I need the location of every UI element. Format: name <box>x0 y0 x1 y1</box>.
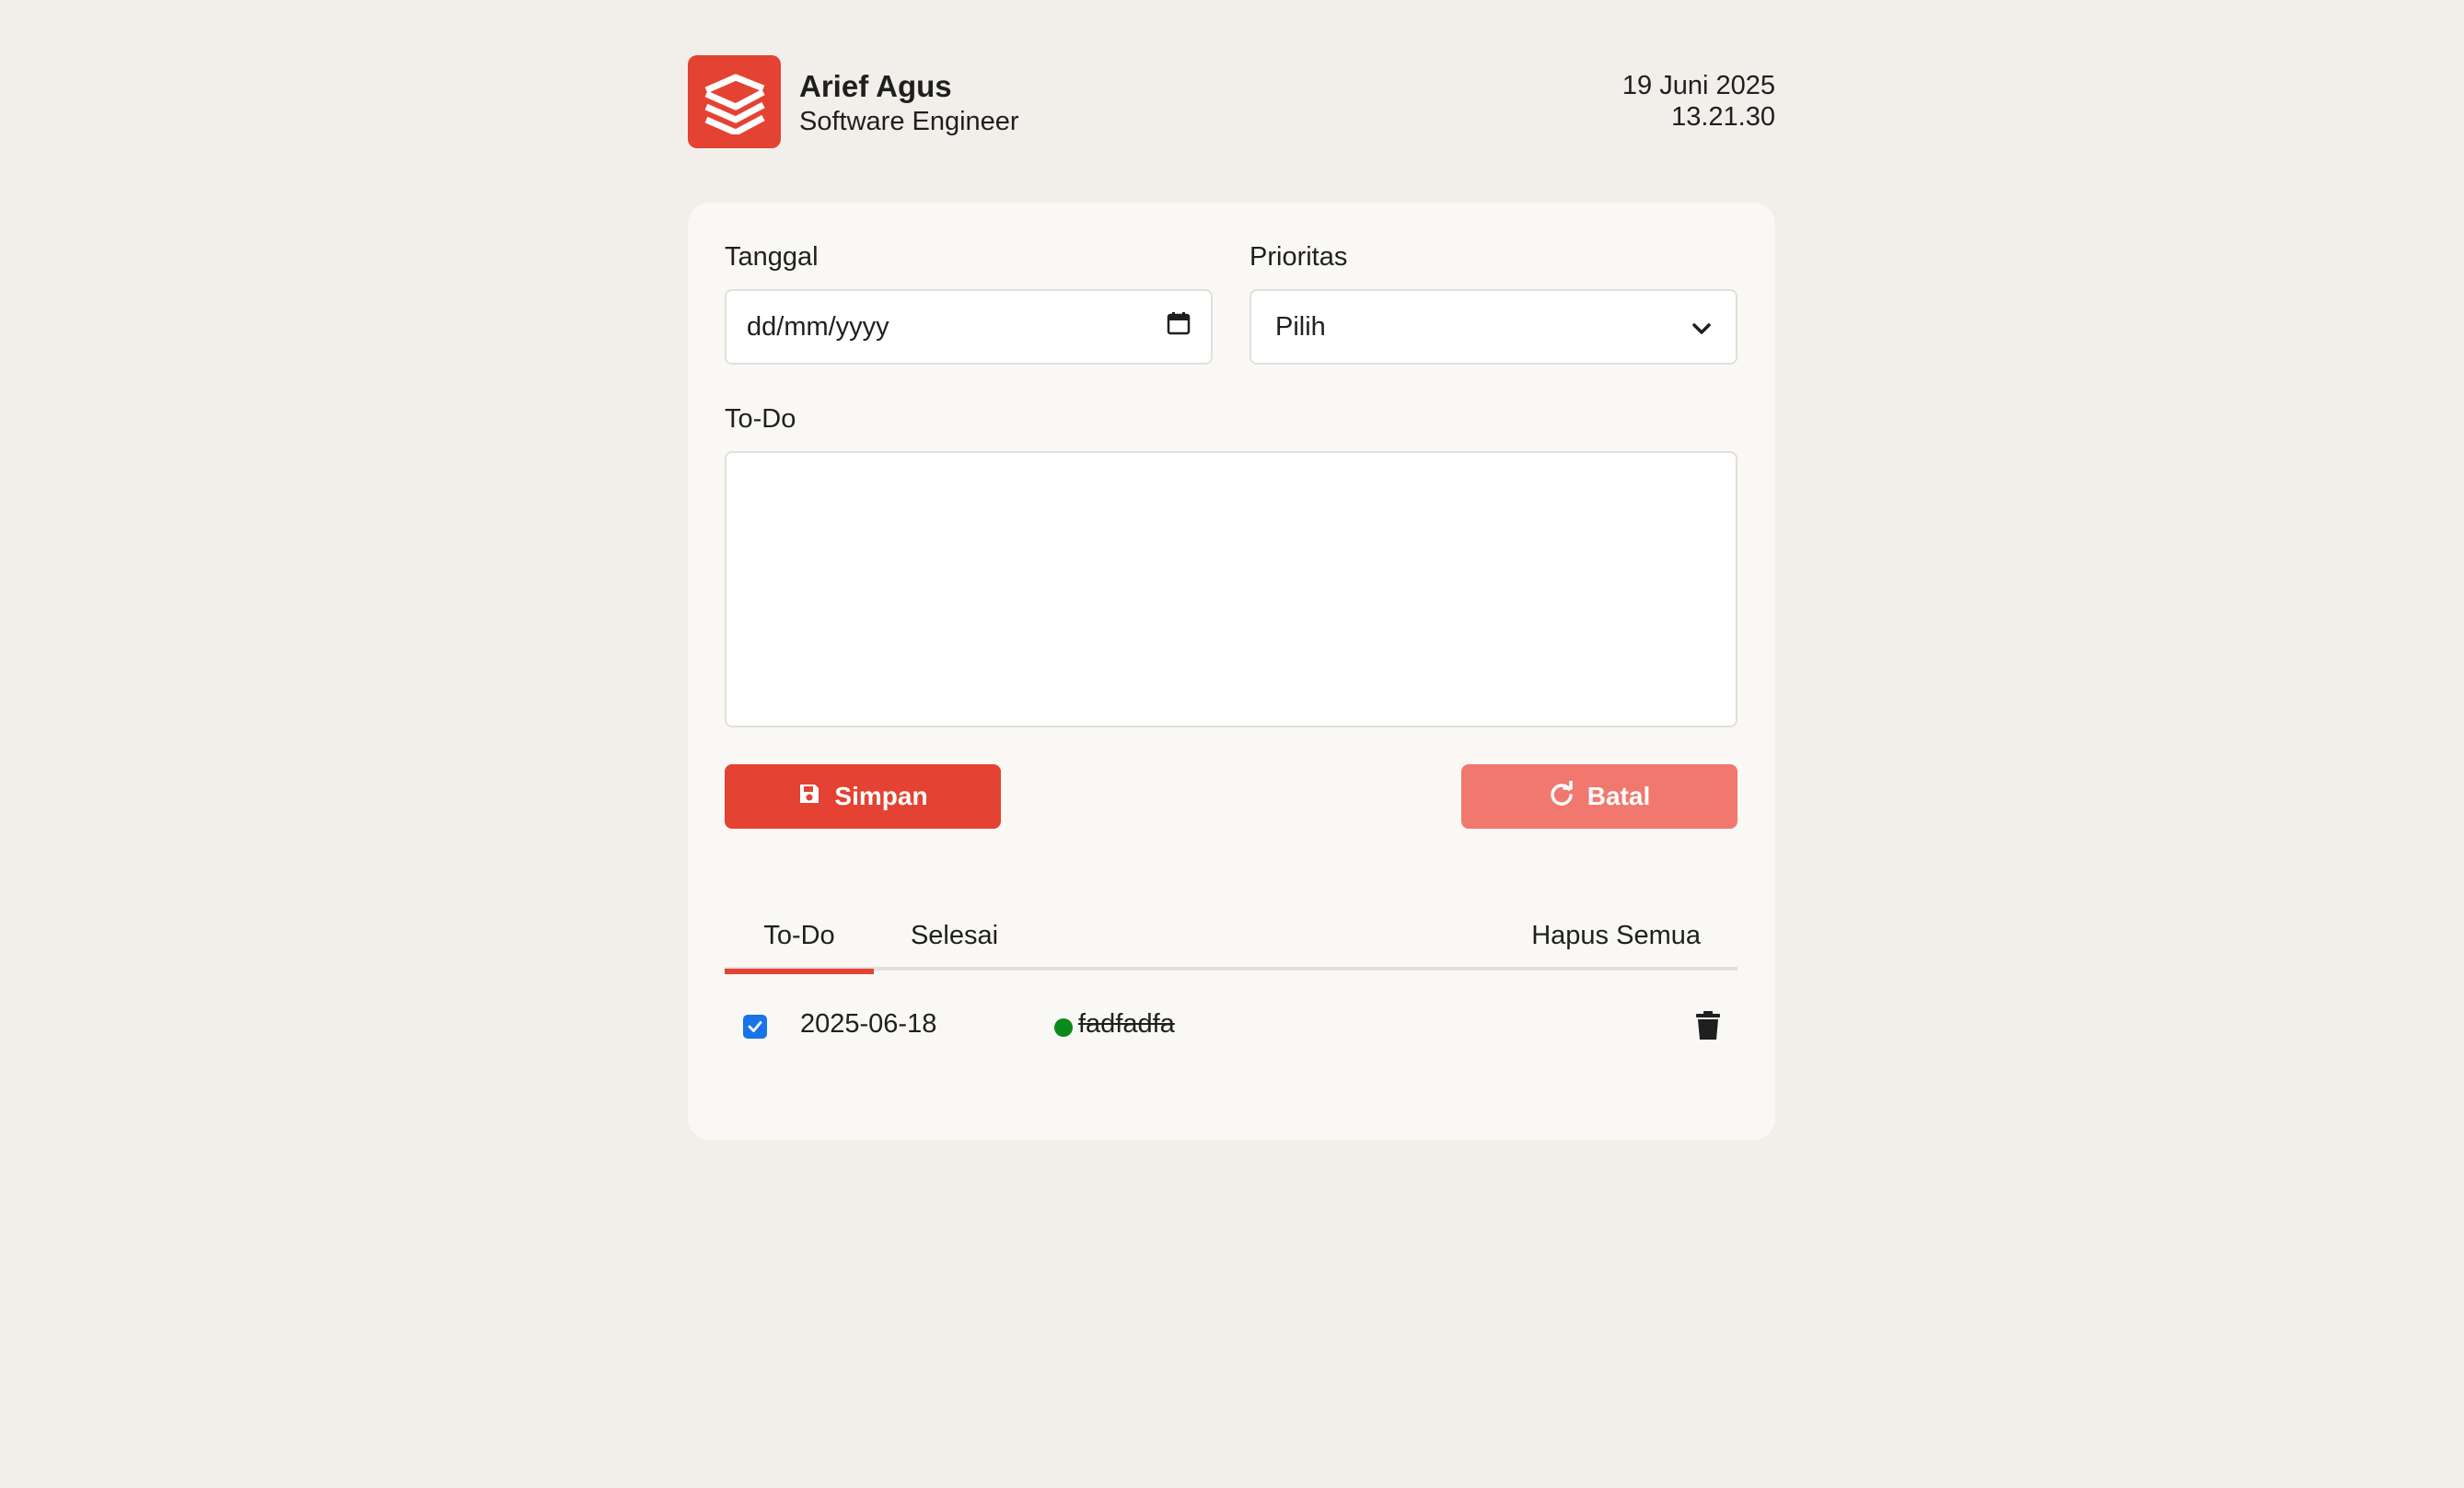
cancel-button-label: Batal <box>1586 782 1651 810</box>
todo-card: Tanggal dd/mm/yyyy Prioritas Pilih To-Do… <box>688 203 1775 1140</box>
date-label: Tanggal <box>725 242 819 272</box>
user-role: Software Engineer <box>799 107 1019 136</box>
chevron-down-icon <box>1691 312 1712 343</box>
header: Arief Agus Software Engineer 19 Juni 202… <box>688 55 1775 148</box>
user-name: Arief Agus <box>799 69 952 103</box>
todo-label: To-Do <box>725 404 796 434</box>
clear-all-button[interactable]: Hapus Semua <box>1517 912 1701 971</box>
save-icon <box>797 782 821 812</box>
priority-label: Prioritas <box>1249 242 1348 272</box>
tab-todo[interactable]: To-Do <box>725 912 874 974</box>
priority-select[interactable]: Pilih <box>1249 289 1738 365</box>
calendar-icon[interactable] <box>1167 311 1191 343</box>
date-time: 19 Juni 2025 13.21.30 <box>1622 70 1775 133</box>
date-placeholder: dd/mm/yyyy <box>747 311 889 342</box>
priority-dot-icon <box>1054 1018 1073 1037</box>
app-container: Arief Agus Software Engineer 19 Juni 202… <box>688 55 1775 1140</box>
refresh-icon <box>1549 779 1575 813</box>
date-input[interactable]: dd/mm/yyyy <box>725 289 1213 365</box>
todo-text: fadfadfa <box>1078 1009 1175 1039</box>
current-time: 13.21.30 <box>1671 102 1775 132</box>
app-logo-icon <box>688 55 781 148</box>
cancel-button[interactable]: Batal <box>1461 764 1738 829</box>
save-button-label: Simpan <box>834 782 928 810</box>
list-item: 2025-06-18 fadfadfa <box>725 994 1738 1059</box>
priority-selected-value: Pilih <box>1275 311 1326 342</box>
todo-checkbox[interactable] <box>743 1015 767 1039</box>
todo-textarea[interactable] <box>725 451 1738 727</box>
save-button[interactable]: Simpan <box>725 764 1001 829</box>
todo-date: 2025-06-18 <box>800 1009 937 1039</box>
current-date: 19 Juni 2025 <box>1621 71 1775 100</box>
trash-icon[interactable] <box>1695 1011 1721 1045</box>
user-info: Arief Agus Software Engineer <box>799 68 1019 138</box>
tab-done[interactable]: Selesai <box>874 912 1035 971</box>
tab-bar: To-Do Selesai Hapus Semua <box>725 912 1738 974</box>
